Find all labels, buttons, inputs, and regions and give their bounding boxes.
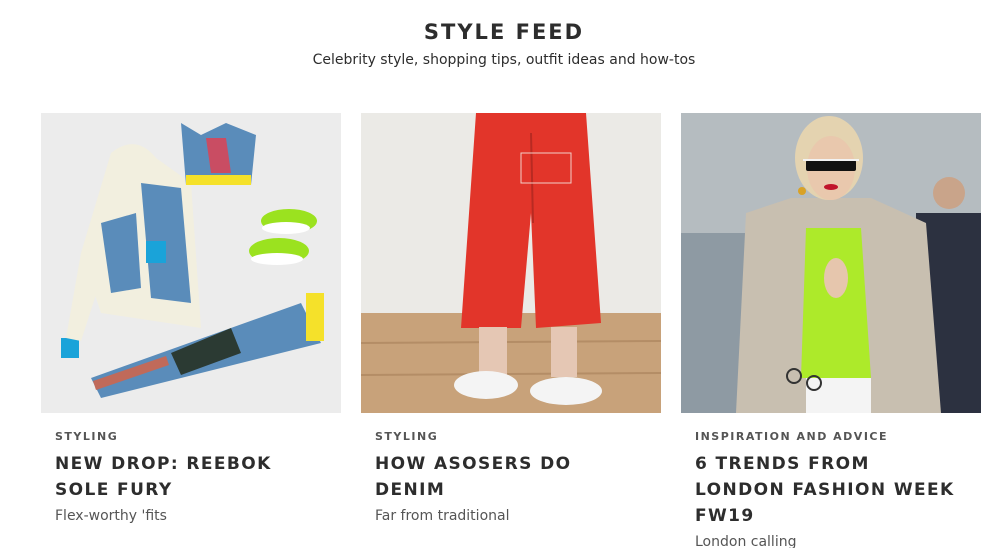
card-headline[interactable]: HOW ASOSERS DO DENIM	[375, 451, 647, 503]
card-image-red-denim[interactable]	[361, 113, 661, 413]
card-image-reebok-outfit[interactable]	[41, 113, 341, 413]
card-image-london-street-style[interactable]	[681, 113, 981, 413]
feed-title: STYLE FEED	[423, 20, 585, 44]
card-tagline: London calling	[695, 534, 797, 548]
card-category: STYLING	[55, 430, 119, 443]
style-feed-section: STYLE FEED Celebrity style, shopping tip…	[0, 0, 1008, 548]
card-category: STYLING	[375, 430, 439, 443]
feed-card[interactable]: STYLING HOW ASOSERS DO DENIM Far from tr…	[361, 113, 661, 524]
card-headline[interactable]: 6 TRENDS FROM LONDON FASHION WEEK FW19	[695, 451, 967, 529]
card-category: INSPIRATION AND ADVICE	[695, 430, 889, 443]
feed-card[interactable]: INSPIRATION AND ADVICE 6 TRENDS FROM LON…	[681, 113, 981, 548]
card-tagline: Far from traditional	[375, 508, 510, 524]
feed-subtitle: Celebrity style, shopping tips, outfit i…	[312, 52, 696, 68]
card-tagline: Flex-worthy 'fits	[55, 508, 167, 524]
card-headline[interactable]: NEW DROP: REEBOK SOLE FURY	[55, 451, 327, 503]
feed-card[interactable]: STYLING NEW DROP: REEBOK SOLE FURY Flex-…	[41, 113, 341, 524]
